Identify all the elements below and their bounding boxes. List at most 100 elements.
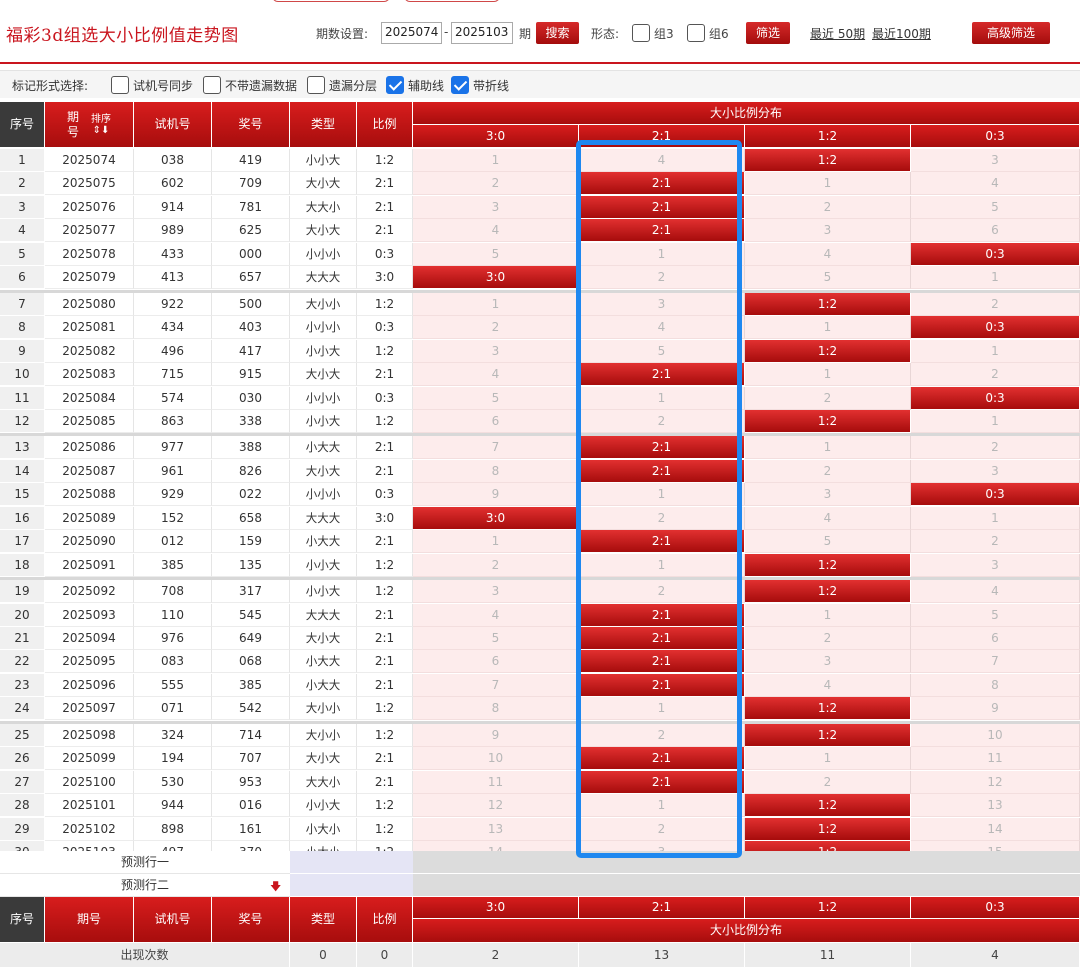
row-trial: 989 xyxy=(134,219,212,243)
row-prize: 000 xyxy=(212,242,290,266)
row-ratio: 2:1 xyxy=(357,650,413,674)
table-row[interactable]: 3 2025076 914 781 大大小 2:1 3 2:1 2 5 xyxy=(0,195,1080,219)
row-ratio: 1:2 xyxy=(357,580,413,604)
table-row[interactable]: 23 2025096 555 385 小大大 2:1 7 2:1 4 8 xyxy=(0,673,1080,697)
dist-cell-hit: 1:2 xyxy=(745,553,911,577)
missing-layer-checkbox[interactable] xyxy=(307,76,325,94)
row-seq: 18 xyxy=(0,553,45,577)
table-row[interactable]: 25 2025098 324 714 大小小 1:2 9 2 1:2 10 xyxy=(0,723,1080,747)
prediction-row-2-input[interactable] xyxy=(290,874,413,897)
header-col-0-3: 0:3 xyxy=(911,125,1080,148)
sort-arrows-icon[interactable]: ⇕⬇ xyxy=(93,125,110,136)
row-seq: 17 xyxy=(0,530,45,554)
table-row[interactable]: 29 2025102 898 161 小大小 1:2 13 2 1:2 14 xyxy=(0,817,1080,841)
table-row[interactable]: 5 2025078 433 000 小小小 0:3 5 1 4 0:3 xyxy=(0,242,1080,266)
table-row[interactable]: 16 2025089 152 658 大大大 3:0 3:0 2 4 1 xyxy=(0,506,1080,530)
dist-cell-miss: 14 xyxy=(911,817,1080,841)
prediction-row-2[interactable]: 预测行二 🡇 xyxy=(0,874,1080,897)
row-trial: 324 xyxy=(134,723,212,747)
no-missing-checkbox[interactable] xyxy=(203,76,221,94)
table-row[interactable]: 19 2025092 708 317 小小大 1:2 3 2 1:2 4 xyxy=(0,580,1080,604)
filter-button[interactable]: 筛选 xyxy=(746,22,790,44)
table-row[interactable]: 2 2025075 602 709 大小大 2:1 2 2:1 1 4 xyxy=(0,172,1080,196)
table-row[interactable]: 10 2025083 715 915 大小大 2:1 4 2:1 1 2 xyxy=(0,363,1080,387)
count-ratio: 0 xyxy=(357,943,413,967)
header-sort-label[interactable]: 排序 xyxy=(91,114,111,126)
top-tab-stub-2[interactable] xyxy=(404,0,500,2)
row-period: 2025093 xyxy=(45,603,134,627)
table-row[interactable]: 24 2025097 071 542 大小小 1:2 8 1 1:2 9 xyxy=(0,697,1080,721)
table-row[interactable]: 18 2025091 385 135 小小大 1:2 2 1 1:2 3 xyxy=(0,553,1080,577)
row-prize: 068 xyxy=(212,650,290,674)
top-tab-stub-1[interactable] xyxy=(272,0,390,2)
row-type: 大大小 xyxy=(290,770,357,794)
header-ratio: 比例 xyxy=(357,102,413,148)
group3-checkbox[interactable] xyxy=(632,24,650,42)
dist-cell-hit: 0:3 xyxy=(911,386,1080,410)
count-2-1: 13 xyxy=(579,943,745,967)
trial-sync-checkbox[interactable] xyxy=(111,76,129,94)
table-row[interactable]: 13 2025086 977 388 小大大 2:1 7 2:1 1 2 xyxy=(0,436,1080,460)
prediction-row-1[interactable]: 预测行一 xyxy=(0,851,1080,874)
aux-line-checkbox[interactable] xyxy=(386,76,404,94)
row-seq: 15 xyxy=(0,483,45,507)
period-to-input[interactable]: 2025103 xyxy=(451,22,513,44)
prediction-row-1-input[interactable] xyxy=(290,851,413,874)
table-row[interactable]: 11 2025084 574 030 小小小 0:3 5 1 2 0:3 xyxy=(0,386,1080,410)
dist-cell-miss: 4 xyxy=(413,219,579,243)
row-trial: 038 xyxy=(134,149,212,172)
dist-cell-miss: 4 xyxy=(911,580,1080,604)
table-row[interactable]: 6 2025079 413 657 大大大 3:0 3:0 2 5 1 xyxy=(0,266,1080,290)
table-row[interactable]: 26 2025099 194 707 大小大 2:1 10 2:1 1 11 xyxy=(0,747,1080,771)
header-period[interactable]: 期 号 排序 ⇕⬇ xyxy=(45,102,134,148)
row-ratio: 3:0 xyxy=(357,266,413,290)
table-row[interactable]: 27 2025100 530 953 大大小 2:1 11 2:1 2 12 xyxy=(0,770,1080,794)
table-row[interactable]: 8 2025081 434 403 小小小 0:3 2 4 1 0:3 xyxy=(0,316,1080,340)
recent-100-link[interactable]: 最近100期 xyxy=(872,25,931,42)
row-type: 小小大 xyxy=(290,580,357,604)
table-row[interactable]: 20 2025093 110 545 大大大 2:1 4 2:1 1 5 xyxy=(0,603,1080,627)
dist-cell-hit: 1:2 xyxy=(745,409,911,433)
table-row[interactable]: 14 2025087 961 826 大小大 2:1 8 2:1 2 3 xyxy=(0,459,1080,483)
dist-cell-hit: 0:3 xyxy=(911,242,1080,266)
dist-cell-miss: 7 xyxy=(413,436,579,460)
recent-50-link[interactable]: 最近 50期 xyxy=(810,25,865,42)
header-seq: 序号 xyxy=(0,102,45,148)
dist-cell-miss: 2 xyxy=(745,459,911,483)
table-row[interactable]: 15 2025088 929 022 小小小 0:3 9 1 3 0:3 xyxy=(0,483,1080,507)
row-type: 大小大 xyxy=(290,363,357,387)
row-seq: 1 xyxy=(0,149,45,172)
polyline-checkbox[interactable] xyxy=(451,76,469,94)
table-row[interactable]: 22 2025095 083 068 小大大 2:1 6 2:1 3 7 xyxy=(0,650,1080,674)
row-ratio: 1:2 xyxy=(357,697,413,721)
prediction-row-1-dist[interactable] xyxy=(413,851,1080,874)
dist-cell-miss: 7 xyxy=(413,673,579,697)
dist-cell-miss: 6 xyxy=(413,409,579,433)
table-row[interactable]: 21 2025094 976 649 大小大 2:1 5 2:1 2 6 xyxy=(0,627,1080,650)
prediction-row-2-dist[interactable] xyxy=(413,874,1080,897)
row-period: 2025083 xyxy=(45,363,134,387)
table-row[interactable]: 12 2025085 863 338 小小大 1:2 6 2 1:2 1 xyxy=(0,409,1080,433)
row-type: 大大大 xyxy=(290,266,357,290)
dist-cell-hit: 1:2 xyxy=(745,723,911,747)
footer-seq: 序号 xyxy=(0,897,45,943)
table-row[interactable]: 17 2025090 012 159 小大大 2:1 1 2:1 5 2 xyxy=(0,530,1080,554)
row-prize: 030 xyxy=(212,386,290,410)
arrow-down-icon[interactable]: 🡇 xyxy=(270,878,281,897)
advanced-filter-button[interactable]: 高级筛选 xyxy=(972,22,1050,44)
row-seq: 10 xyxy=(0,363,45,387)
table-row[interactable]: 9 2025082 496 417 小小大 1:2 3 5 1:2 1 xyxy=(0,339,1080,363)
table-row[interactable]: 7 2025080 922 500 大小小 1:2 1 3 1:2 2 xyxy=(0,292,1080,316)
row-seq: 2 xyxy=(0,172,45,196)
table-row[interactable]: 1 2025074 038 419 小小大 1:2 1 4 1:2 3 xyxy=(0,149,1080,172)
search-button[interactable]: 搜索 xyxy=(536,22,579,44)
table-row[interactable]: 4 2025077 989 625 大小大 2:1 4 2:1 3 6 xyxy=(0,219,1080,243)
group6-checkbox[interactable] xyxy=(687,24,705,42)
row-type: 大大小 xyxy=(290,195,357,219)
period-from-input[interactable]: 2025074 xyxy=(381,22,442,44)
table-row[interactable]: 28 2025101 944 016 小小大 1:2 12 1 1:2 13 xyxy=(0,794,1080,818)
count-3-0: 2 xyxy=(413,943,579,967)
row-ratio: 2:1 xyxy=(357,363,413,387)
count-label: 出现次数 xyxy=(0,943,290,967)
dist-cell-miss: 1 xyxy=(911,266,1080,290)
